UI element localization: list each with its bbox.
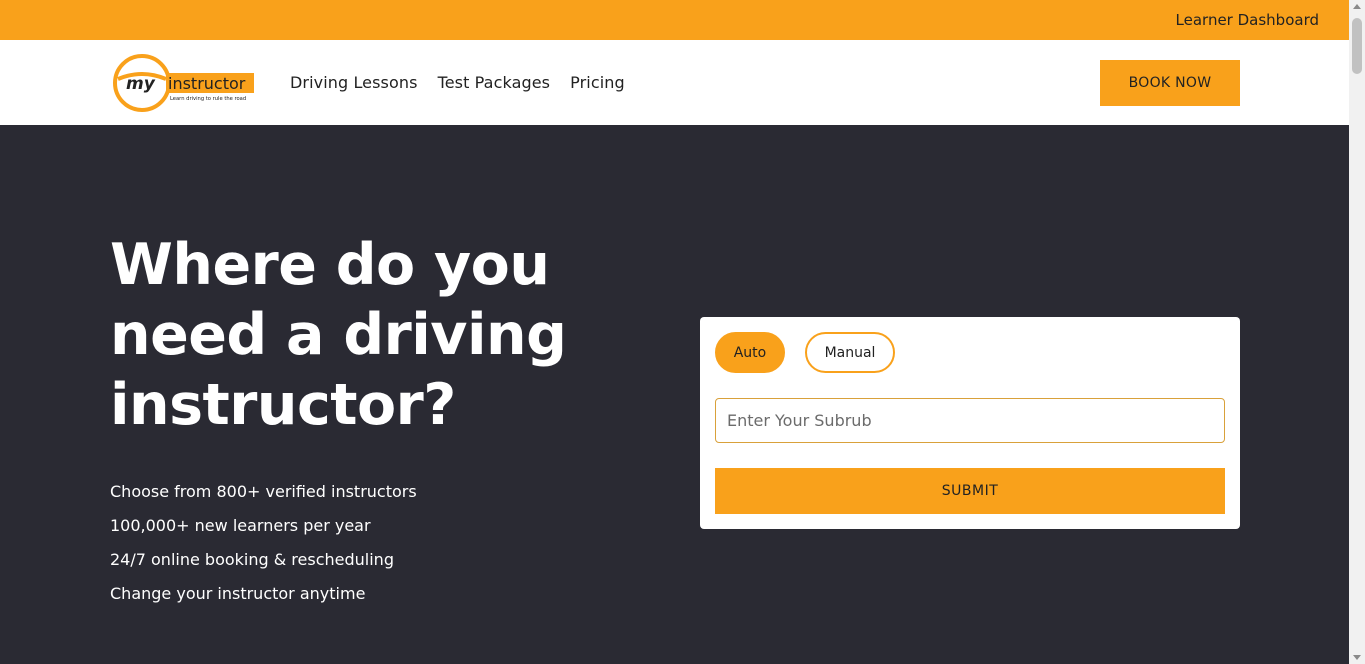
book-now-button[interactable]: BOOK NOW — [1100, 60, 1240, 106]
logo-tagline-text: Learn driving to rule the road — [170, 96, 246, 102]
scrollbar-thumb[interactable] — [1352, 18, 1362, 74]
submit-button[interactable]: SUBMIT — [715, 468, 1225, 514]
scroll-up-arrow-icon[interactable] — [1353, 4, 1361, 9]
logo-instructor-text: instructor — [168, 74, 246, 93]
scroll-down-arrow-icon[interactable] — [1353, 655, 1361, 660]
feature-item: 24/7 online booking & rescheduling — [110, 550, 394, 569]
top-utility-bar: Learner Dashboard — [0, 0, 1349, 40]
hero-section: Where do you need a driving instructor? … — [0, 125, 1349, 664]
hero-heading: Where do you need a driving instructor? — [110, 232, 567, 438]
feature-item: Change your instructor anytime — [110, 584, 366, 603]
transmission-auto-toggle[interactable]: Auto — [715, 332, 785, 373]
feature-item: 100,000+ new learners per year — [110, 516, 371, 535]
suburb-input[interactable] — [715, 398, 1225, 443]
transmission-manual-toggle[interactable]: Manual — [805, 332, 895, 373]
nav-pricing[interactable]: Pricing — [570, 73, 625, 92]
nav-driving-lessons[interactable]: Driving Lessons — [290, 73, 418, 92]
learner-dashboard-link[interactable]: Learner Dashboard — [1176, 11, 1319, 29]
feature-item: Choose from 800+ verified instructors — [110, 482, 417, 501]
primary-nav: Driving Lessons Test Packages Pricing — [290, 73, 625, 92]
feature-list: Choose from 800+ verified instructors 10… — [110, 480, 417, 616]
nav-test-packages[interactable]: Test Packages — [438, 73, 551, 92]
page-scrollbar[interactable] — [1349, 0, 1365, 664]
my-instructor-logo[interactable]: my instructor Learn driving to rule the … — [112, 53, 257, 113]
instructor-search-card: Auto Manual SUBMIT — [700, 317, 1240, 529]
main-navbar: my instructor Learn driving to rule the … — [0, 40, 1349, 125]
logo-my-text: my — [126, 74, 156, 94]
